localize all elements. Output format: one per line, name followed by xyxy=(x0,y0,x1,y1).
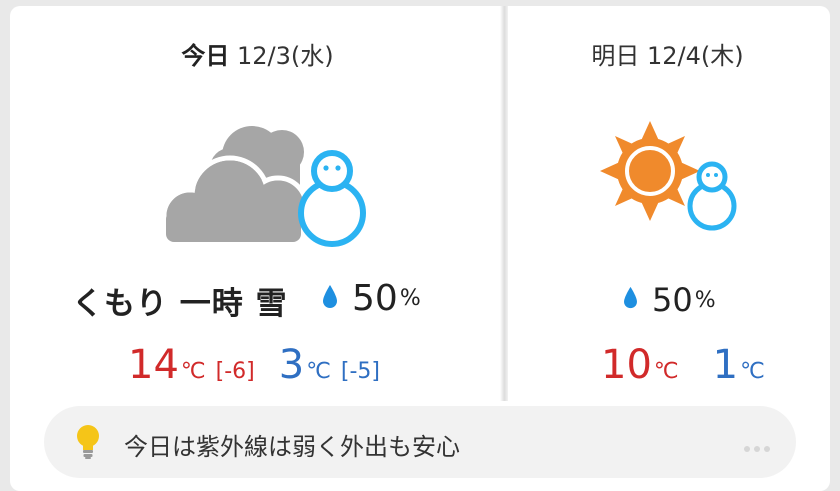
tomorrow-rain-value: 50 xyxy=(652,281,693,319)
tomorrow-label: 明日 xyxy=(591,42,640,70)
today-weekday: (水) xyxy=(290,42,334,70)
today-high-diff: [-6] xyxy=(215,359,255,384)
today-date: 今日 12/3(水) xyxy=(10,36,505,71)
rain-drop-icon xyxy=(623,286,638,314)
today-label: 今日 xyxy=(181,42,230,70)
uv-advice-text: 今日は紫外線は弱く外出も安心 xyxy=(124,433,460,461)
today-date-value: 12/3 xyxy=(237,42,291,70)
tomorrow-rain-unit: % xyxy=(694,287,716,313)
tomorrow-forecast[interactable]: 明日 12/4(木) 50% 10℃ 1℃ xyxy=(505,6,830,401)
tomorrow-weekday: (木) xyxy=(700,42,744,70)
cloudy-with-snow-icon xyxy=(150,116,380,256)
tomorrow-temperatures: 10℃ 1℃ xyxy=(601,342,765,388)
tomorrow-low-temp: 1 xyxy=(712,342,739,388)
tomorrow-high-unit: ℃ xyxy=(653,359,679,384)
rain-drop-icon xyxy=(322,284,338,314)
tomorrow-date: 明日 12/4(木) xyxy=(505,36,830,71)
today-condition: くもり 一時 雪 xyxy=(72,286,288,322)
today-high-unit: ℃ xyxy=(180,359,206,384)
lightbulb-icon xyxy=(76,424,100,464)
today-high-temp: 14 xyxy=(128,342,179,388)
uv-advice-banner[interactable]: 今日は紫外線は弱く外出も安心 xyxy=(44,406,796,478)
weather-card: 今日 12/3(水) くもり 一時 雪 50% 14℃ [-6] 3℃ [-5]… xyxy=(10,6,830,491)
today-rain-unit: % xyxy=(399,286,421,311)
sunny-with-snow-icon xyxy=(600,121,760,241)
today-rain-value: 50 xyxy=(352,278,398,319)
today-low-temp: 3 xyxy=(278,342,305,388)
today-low-diff: [-5] xyxy=(340,359,381,384)
tomorrow-low-unit: ℃ xyxy=(740,359,765,384)
today-temperatures: 14℃ [-6] 3℃ [-5] xyxy=(128,342,380,388)
today-rain-chance: 50% xyxy=(322,278,421,319)
today-forecast[interactable]: 今日 12/3(水) くもり 一時 雪 50% 14℃ [-6] 3℃ [-5] xyxy=(10,6,505,401)
tomorrow-high-temp: 10 xyxy=(601,342,652,388)
more-options-icon[interactable] xyxy=(740,437,770,456)
tomorrow-date-value: 12/4 xyxy=(647,42,701,70)
today-low-unit: ℃ xyxy=(306,359,331,384)
tomorrow-rain-chance: 50% xyxy=(623,281,716,319)
